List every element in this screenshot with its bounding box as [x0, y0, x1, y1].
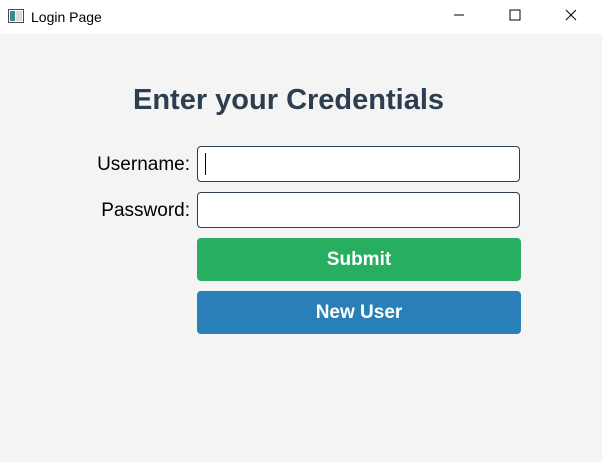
- submit-button[interactable]: Submit: [197, 238, 521, 281]
- login-window: Login Page Enter your Credentials Userna…: [0, 0, 602, 462]
- password-field[interactable]: [197, 192, 520, 228]
- minimize-icon: [453, 8, 465, 26]
- minimize-button[interactable]: [436, 0, 482, 34]
- password-label: Password:: [101, 200, 190, 221]
- new-user-button[interactable]: New User: [197, 291, 521, 334]
- close-button[interactable]: [548, 0, 594, 34]
- title-bar: Login Page: [0, 0, 602, 34]
- maximize-button[interactable]: [492, 0, 538, 34]
- app-icon: [8, 9, 24, 23]
- page-heading: Enter your Credentials: [132, 84, 445, 116]
- username-label: Username:: [97, 154, 190, 175]
- text-cursor: [205, 153, 206, 175]
- username-field[interactable]: [197, 146, 520, 182]
- window-title: Login Page: [31, 9, 102, 25]
- close-icon: [565, 8, 577, 26]
- maximize-icon: [509, 8, 521, 26]
